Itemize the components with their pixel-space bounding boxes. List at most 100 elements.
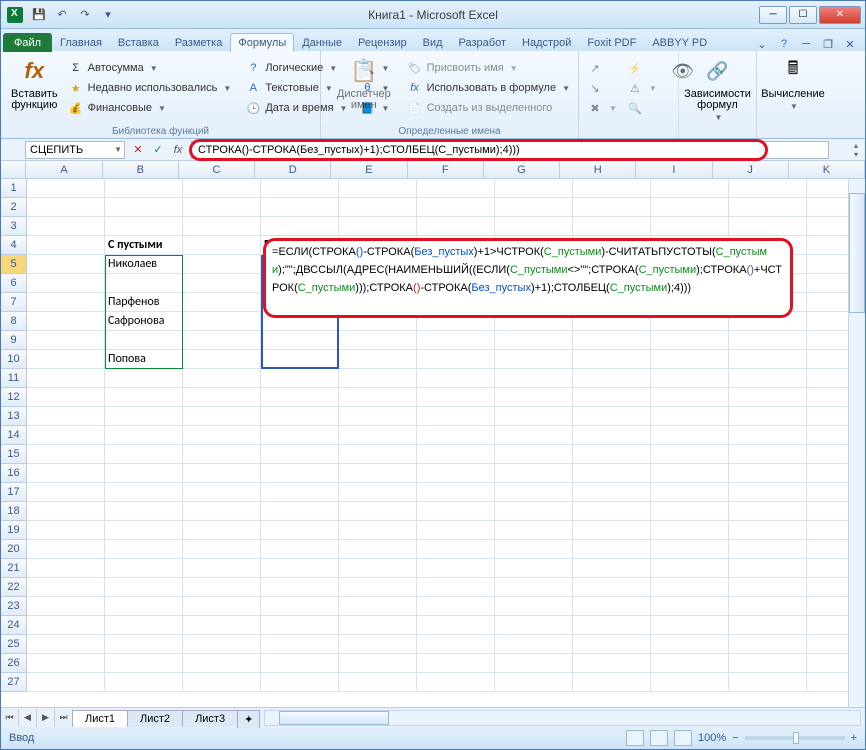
cell[interactable]	[261, 217, 339, 236]
cell[interactable]	[573, 198, 651, 217]
sheet-tab-3[interactable]: Лист3	[182, 710, 238, 727]
cell[interactable]	[495, 350, 573, 369]
scrollbar-thumb[interactable]	[279, 711, 389, 725]
cell[interactable]	[417, 597, 495, 616]
cell[interactable]: С пустыми	[105, 236, 183, 255]
cell[interactable]	[339, 578, 417, 597]
cell[interactable]	[729, 445, 807, 464]
cell[interactable]	[495, 464, 573, 483]
cell[interactable]	[495, 616, 573, 635]
tab-review[interactable]: Рецензир	[350, 33, 415, 52]
cell[interactable]	[183, 673, 261, 692]
minimize-button[interactable]: ─	[759, 6, 787, 24]
zoom-slider[interactable]	[745, 736, 845, 740]
tab-file[interactable]: Файл	[3, 33, 52, 52]
cell[interactable]	[495, 540, 573, 559]
cell[interactable]	[105, 388, 183, 407]
formula-deps-button[interactable]: 🔗 Зависимости формул ▼	[685, 53, 750, 124]
evaluate-button[interactable]: 🔍	[625, 99, 659, 117]
cell[interactable]	[261, 502, 339, 521]
cell[interactable]	[417, 426, 495, 445]
cell[interactable]	[183, 426, 261, 445]
cell[interactable]	[105, 635, 183, 654]
row-header[interactable]: 14	[1, 426, 27, 445]
row-header[interactable]: 4	[1, 236, 27, 255]
cell[interactable]	[261, 426, 339, 445]
cell[interactable]	[261, 407, 339, 426]
cell[interactable]	[183, 407, 261, 426]
cancel-formula-icon[interactable]: ✕	[129, 141, 147, 159]
cell[interactable]	[105, 198, 183, 217]
row-header[interactable]: 12	[1, 388, 27, 407]
cell[interactable]	[573, 654, 651, 673]
qat-dropdown-icon[interactable]: ▾	[98, 5, 118, 23]
col-header[interactable]: E	[331, 161, 407, 178]
zoom-out-icon[interactable]: −	[732, 732, 738, 744]
cell[interactable]	[105, 274, 183, 293]
cell[interactable]	[573, 445, 651, 464]
row-header[interactable]: 8	[1, 312, 27, 331]
trace-dep-button[interactable]: ↘	[585, 79, 619, 97]
cell[interactable]	[417, 388, 495, 407]
cell[interactable]	[729, 673, 807, 692]
cell[interactable]	[573, 369, 651, 388]
cell[interactable]	[651, 198, 729, 217]
cell[interactable]	[339, 217, 417, 236]
tab-foxit[interactable]: Foxit PDF	[579, 33, 644, 52]
cell[interactable]	[651, 502, 729, 521]
cell[interactable]	[339, 198, 417, 217]
cell[interactable]	[417, 540, 495, 559]
cell[interactable]	[27, 635, 105, 654]
horizontal-scrollbar[interactable]	[264, 710, 861, 726]
row-header[interactable]: 11	[1, 369, 27, 388]
cell[interactable]	[729, 635, 807, 654]
cell[interactable]	[105, 654, 183, 673]
cell[interactable]	[339, 426, 417, 445]
cell[interactable]	[729, 578, 807, 597]
row-header[interactable]: 24	[1, 616, 27, 635]
cell[interactable]	[651, 578, 729, 597]
cell[interactable]	[105, 426, 183, 445]
cell[interactable]	[261, 654, 339, 673]
cell[interactable]	[27, 464, 105, 483]
cell[interactable]	[261, 464, 339, 483]
col-header[interactable]: H	[560, 161, 636, 178]
cell[interactable]	[417, 578, 495, 597]
cell[interactable]	[27, 274, 105, 293]
cell[interactable]	[729, 217, 807, 236]
cell[interactable]	[495, 179, 573, 198]
cell[interactable]	[27, 179, 105, 198]
first-sheet-icon[interactable]: ⏮	[1, 709, 19, 727]
name-box[interactable]: СЦЕПИТЬ▼	[25, 141, 125, 159]
cell[interactable]	[417, 407, 495, 426]
cell[interactable]	[573, 559, 651, 578]
tab-dev[interactable]: Разработ	[451, 33, 514, 52]
row-header[interactable]: 1	[1, 179, 27, 198]
cell[interactable]	[417, 198, 495, 217]
cell[interactable]	[183, 597, 261, 616]
cell[interactable]	[105, 597, 183, 616]
col-header[interactable]: D	[255, 161, 331, 178]
cell[interactable]	[495, 198, 573, 217]
cell[interactable]	[105, 217, 183, 236]
cell[interactable]	[27, 198, 105, 217]
cell[interactable]	[339, 407, 417, 426]
cell[interactable]	[261, 350, 339, 369]
cell[interactable]	[183, 350, 261, 369]
select-all-corner[interactable]	[1, 161, 26, 178]
cell[interactable]	[573, 350, 651, 369]
cell[interactable]	[105, 578, 183, 597]
cell[interactable]	[339, 483, 417, 502]
col-header[interactable]: B	[103, 161, 179, 178]
cell[interactable]	[261, 673, 339, 692]
cell[interactable]	[495, 331, 573, 350]
cell[interactable]: Попова	[105, 350, 183, 369]
trace-prec-button[interactable]: ↗	[585, 59, 619, 77]
cell[interactable]	[27, 388, 105, 407]
accept-formula-icon[interactable]: ✓	[149, 141, 167, 159]
cell[interactable]	[651, 350, 729, 369]
cell[interactable]	[183, 654, 261, 673]
cell[interactable]	[27, 673, 105, 692]
cell[interactable]	[573, 597, 651, 616]
page-break-view-icon[interactable]	[674, 730, 692, 746]
